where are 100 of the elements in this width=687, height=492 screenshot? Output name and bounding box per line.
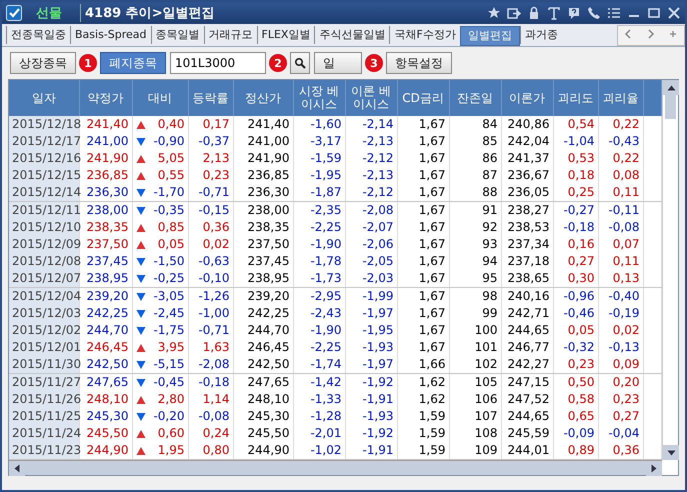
table-cell: 0,13 [598,270,643,288]
table-cell: 0,65 [553,408,598,425]
table-cell: 1,14 [188,391,233,408]
column-header[interactable]: 일자 [9,80,79,116]
table-cell: -1,87 [293,184,345,202]
table-cell: -1,78 [293,253,345,270]
table-cell: -1,90 [293,236,345,253]
table-cell: -0,90 [153,133,184,150]
exit-icon[interactable] [507,6,521,20]
segment-button[interactable]: 상장종목 [10,52,76,74]
table-cell: 0,25 [553,184,598,202]
table-cell: 1,95 [158,442,184,459]
tab[interactable]: 일별편집 [460,26,520,46]
help-icon[interactable] [567,6,581,20]
table-cell: -2,45 [153,305,184,322]
add-icon[interactable] [667,28,679,40]
tab[interactable]: 종목일별 [150,26,204,44]
table-cell: -1,70 [153,184,184,201]
period-dropdown[interactable]: 일 [314,52,362,74]
column-header[interactable]: 괴리도 [553,80,598,116]
table-cell: -1,92 [345,425,397,442]
table-cell: -1,74 [293,356,345,374]
table-cell: -1,26 [188,288,233,305]
table-cell: -1,04 [553,133,598,150]
table-cell: 1,67 [397,236,449,253]
table-cell: -0,18 [553,219,598,236]
table-cell: 236,05 [501,184,553,202]
table-cell: 0,16 [553,236,598,253]
table-cell: 0,85 [158,219,184,236]
close-icon[interactable] [667,6,681,20]
table-cell: 241,00 [233,133,293,150]
column-header[interactable]: 등락률 [188,80,233,116]
column-header[interactable]: 약정가 [79,80,132,116]
horizontal-scrollbar[interactable] [9,460,662,475]
table-cell: -0,09 [553,425,598,442]
table-cell: 2015/12/07 [9,270,79,288]
table-cell: -0,71 [188,322,233,339]
table-cell: 1,67 [397,167,449,184]
table-cell: -0,19 [598,305,643,322]
table-cell: 0,11 [598,184,643,202]
table-cell: 0,07 [598,236,643,253]
table-cell: 0,23 [188,167,233,184]
column-header[interactable]: 잔존일 [449,80,501,116]
code-field[interactable]: 101L3000 [170,52,266,74]
table-cell: -1,28 [293,408,345,425]
table-cell: -1,59 [293,150,345,167]
search-icon [294,57,306,69]
tab[interactable]: FLEX일별 [256,26,314,44]
table-cell: 242,50 [79,356,132,374]
search-button[interactable] [290,52,310,74]
table-cell: 0,17 [188,116,233,133]
table-cell: -3,17 [293,133,345,150]
table-cell: -0,04 [598,425,643,442]
table-cell: 245,50 [233,425,293,442]
column-header[interactable]: 괴리율 [598,80,643,116]
table-cell: -1,95 [293,167,345,184]
vertical-scrollbar[interactable] [662,80,678,460]
column-header[interactable]: 대비 [132,80,188,116]
segment-button[interactable]: 폐지종목 [100,52,166,74]
scrollbar-thumb[interactable] [665,95,676,119]
table-cell: 247,52 [501,391,553,408]
tab[interactable]: 주식선물일별 [314,26,390,44]
lock-icon[interactable] [527,6,541,20]
settings-button[interactable]: 항목설정 [386,52,452,74]
maximize-icon[interactable] [647,6,661,20]
left-arrow-icon[interactable] [14,464,20,473]
table-cell: 242,27 [501,356,553,374]
table-cell: 0,11 [598,253,643,270]
table-cell: 99 [449,305,501,322]
list-icon[interactable] [607,6,621,20]
table-cell: -0,46 [553,305,598,322]
table-cell: 2,13 [188,150,233,167]
table-cell: 0,30 [553,270,598,288]
scroll-down-button[interactable] [663,445,679,460]
column-header[interactable]: 시장 베이시스 [293,80,345,116]
table-cell: 242,04 [501,133,553,150]
table-cell: 2015/12/18 [9,116,79,133]
table-cell: 1,67 [397,184,449,202]
tab[interactable]: 전종목일중 [6,26,70,44]
column-header[interactable]: 이론가 [501,80,553,116]
column-header[interactable]: 이론 베이시스 [345,80,397,116]
table-cell: -0,20 [153,408,184,425]
tab[interactable]: Basis-Spread [70,26,151,44]
table-cell: 237,45 [233,253,293,270]
table-cell: 0,02 [598,322,643,339]
column-header[interactable]: CD금리 [397,80,449,116]
table-cell: 236,30 [233,184,293,202]
star-icon[interactable] [487,6,501,20]
table-cell: -2,08 [345,202,397,219]
column-header[interactable]: 정산가 [233,80,293,116]
table-cell: 2015/11/26 [9,391,79,408]
tab[interactable]: 거래규모 [204,26,257,44]
right-arrow-icon[interactable] [651,464,657,473]
phone-icon[interactable] [587,6,601,20]
table-cell: -0,13 [598,339,643,356]
tab[interactable]: 과거종 [520,26,562,44]
scroll-up-button[interactable] [663,80,679,95]
table-cell: 0,53 [553,150,598,167]
table-cell: 0,09 [598,356,643,374]
font-icon[interactable] [547,6,561,20]
